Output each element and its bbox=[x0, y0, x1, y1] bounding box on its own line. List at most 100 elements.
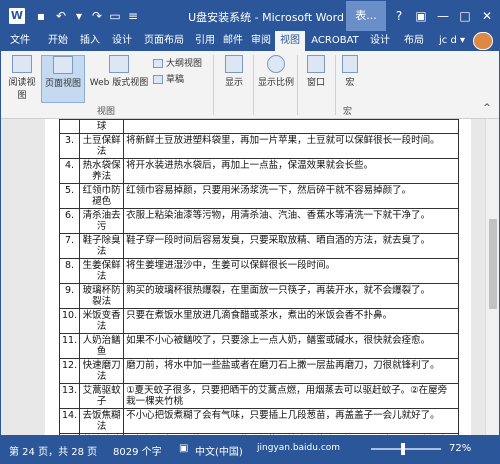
tip-text[interactable]: 红领巾容易掉颜，只要用米汤浆洗一下，然后碎干就不容易掉颜了。 bbox=[123, 183, 459, 209]
table-row[interactable]: 7. 鞋子除臭法 鞋子穿一段时间后容易发臭，只要采取放精、晒自酒的方法，就去臭了。 bbox=[58, 233, 459, 259]
tip-name[interactable]: 去饭焦糊法 bbox=[79, 408, 125, 434]
row-number[interactable]: 9. bbox=[58, 283, 81, 309]
tip-name[interactable]: 热水袋保养法 bbox=[79, 158, 125, 184]
ribbon-display-button[interactable]: ▣ bbox=[411, 6, 431, 26]
tip-name[interactable]: 人奶治鳝鱼 bbox=[79, 333, 125, 359]
draft-button[interactable]: 草稿 bbox=[153, 73, 184, 87]
help-button[interactable]: ? bbox=[389, 6, 409, 26]
row-number[interactable]: 10. bbox=[58, 308, 81, 334]
avatar[interactable] bbox=[473, 32, 493, 50]
save-icon[interactable]: ▪ bbox=[33, 8, 49, 24]
show-button[interactable]: 显示 bbox=[219, 55, 249, 103]
tab-review[interactable]: 审阅 bbox=[247, 31, 275, 51]
read-mode-button[interactable]: 阅读视图 bbox=[5, 55, 39, 103]
tab-table-design[interactable]: 设计 bbox=[365, 31, 395, 51]
tip-name[interactable]: 球 bbox=[79, 119, 125, 134]
table-row[interactable]: 球 bbox=[58, 119, 459, 134]
tips-table[interactable]: 球 3. 土豆保鲜法 将新鲜土豆放进塑料袋里，再加一片苹果，土豆就可以保鲜很长一段时间… bbox=[58, 119, 459, 435]
tip-text[interactable]: 衣服上粘染油漆等污物，用清杀油、汽油、香蕉水等清洗一下就干净了。 bbox=[123, 208, 459, 234]
tip-text[interactable]: 将开水装进热水袋后，再加上一点盐，保温效果就会长些。 bbox=[123, 158, 459, 184]
zoom-level[interactable]: 72% bbox=[449, 443, 471, 454]
tip-text[interactable]: 将新鲜土豆放进塑料袋里，再加一片苹果，土豆就可以保鲜很长一段时间。 bbox=[123, 133, 459, 159]
tip-text[interactable]: 购买的玻璃杯很热爆裂，在里面放一只筷子，再装开水，就不会爆裂了。 bbox=[123, 283, 459, 309]
close-button[interactable]: ✕ bbox=[477, 6, 497, 26]
table-row[interactable]: 14. 去饭焦糊法 不小心把饭煮糊了会有气味，只要插上几段葱苗，再盖盖子一会儿就好了… bbox=[58, 408, 459, 434]
undo-icon[interactable]: ↶ bbox=[53, 8, 69, 24]
row-number[interactable]: 14. bbox=[58, 408, 81, 434]
tip-text[interactable]: 不小心把饭煮糊了会有气味，只要插上几段葱苗，再盖盖子一会儿就好了。 bbox=[123, 408, 459, 434]
row-number[interactable] bbox=[58, 119, 81, 134]
row-number[interactable]: 13. bbox=[58, 383, 81, 409]
zoom-slider-thumb[interactable] bbox=[401, 443, 405, 455]
language[interactable]: 中文(中国) bbox=[195, 443, 243, 458]
tip-name[interactable]: 快速磨刀法 bbox=[79, 358, 125, 384]
tip-text[interactable]: 磨刀前，将水中加一些盐或者在磨刀石上撒一层盐再磨刀，刀很就锋利了。 bbox=[123, 358, 459, 384]
tip-name[interactable]: 清杀油去污 bbox=[79, 208, 125, 234]
dropdown-icon[interactable]: ▾ bbox=[71, 8, 87, 24]
row-number[interactable]: 5. bbox=[58, 183, 81, 209]
table-row[interactable]: 3. 土豆保鲜法 将新鲜土豆放进塑料袋里，再加一片苹果，土豆就可以保鲜很长一段时间。 bbox=[58, 133, 459, 159]
tip-name[interactable]: 红领巾防褪色 bbox=[79, 183, 125, 209]
tip-name[interactable]: 鞋子除臭法 bbox=[79, 233, 125, 259]
row-number[interactable]: 4. bbox=[58, 158, 81, 184]
tip-name[interactable]: 玻璃杯防裂法 bbox=[79, 283, 125, 309]
table-row[interactable]: 8. 生姜保鲜法 将生姜埋进湿沙中，生姜可以保鲜很长一段时间。 bbox=[58, 258, 459, 284]
tab-table-layout[interactable]: 布局 bbox=[399, 31, 429, 51]
outline-button[interactable]: 大纲视图 bbox=[153, 57, 202, 71]
tab-home[interactable]: 开始 bbox=[43, 31, 73, 51]
zoom-button[interactable]: 显示比例 bbox=[257, 55, 295, 103]
table-row[interactable]: 4. 热水袋保养法 将开水装进热水袋后，再加上一点盐，保温效果就会长些。 bbox=[58, 158, 459, 184]
macros-button[interactable]: 宏 bbox=[339, 55, 361, 103]
table-row[interactable]: 11. 人奶治鳝鱼 如果不小心被鳝咬了，只要涂上一点人奶，鳝蜜或碱水，很快就会痊愈。 bbox=[58, 333, 459, 359]
user-name[interactable]: jc d ▾ bbox=[439, 31, 465, 51]
collapse-ribbon-icon[interactable]: ^ bbox=[481, 103, 493, 115]
document-page[interactable]: 球 3. 土豆保鲜法 将新鲜土豆放进塑料袋里，再加一片苹果，土豆就可以保鲜很长一段时间… bbox=[45, 119, 471, 435]
tip-text[interactable]: 只要在煮饭水里放进几滴食醋或茶水，煮出的米饭会香不扑鼻。 bbox=[123, 308, 459, 334]
word-count[interactable]: 8029 个字 bbox=[113, 443, 162, 458]
page-count[interactable]: 第 24 页，共 28 页 bbox=[9, 443, 97, 458]
row-number[interactable]: 6. bbox=[58, 208, 81, 234]
minimize-button[interactable]: — bbox=[433, 6, 453, 26]
tab-file[interactable]: 文件 bbox=[1, 31, 39, 51]
macros-group-label: 宏 bbox=[343, 107, 353, 117]
row-number[interactable]: 12. bbox=[58, 358, 81, 384]
row-number[interactable]: 3. bbox=[58, 133, 81, 159]
tip-text[interactable]: 鞋子穿一段时间后容易发臭，只要采取放精、晒自酒的方法，就去臭了。 bbox=[123, 233, 459, 259]
tip-text[interactable]: 如果不小心被鳝咬了，只要涂上一点人奶，鳝蜜或碱水，很快就会痊愈。 bbox=[123, 333, 459, 359]
web-layout-button[interactable]: Web 版式视图 bbox=[87, 55, 151, 103]
tip-name[interactable]: 土豆保鲜法 bbox=[79, 133, 125, 159]
tab-design[interactable]: 设计 bbox=[107, 31, 137, 51]
window-button[interactable]: 窗口 bbox=[301, 55, 331, 103]
table-row[interactable]: 10. 米饭变香法 只要在煮饭水里放进几滴食醋或茶水，煮出的米饭会香不扑鼻。 bbox=[58, 308, 459, 334]
proofing-icon[interactable]: ▣ bbox=[179, 443, 188, 454]
tab-page-layout[interactable]: 页面布局 bbox=[139, 31, 189, 51]
tip-text[interactable]: 将生姜埋进湿沙中，生姜可以保鲜很长一段时间。 bbox=[123, 258, 459, 284]
word-icon[interactable]: W bbox=[9, 8, 25, 24]
table-row[interactable]: 13. 艾蒿驱蚊子 ①夏天蚊子很多，只要把晒干的艾蒿点燃，用烟蒸去可以驱赶蚊子。②在… bbox=[58, 383, 459, 409]
tab-view[interactable]: 视图 bbox=[275, 31, 305, 51]
tab-mailings[interactable]: 邮件 bbox=[219, 31, 247, 51]
tip-name[interactable]: 米饭变香法 bbox=[79, 308, 125, 334]
zoom-slider[interactable] bbox=[371, 448, 441, 450]
table-row[interactable]: 5. 红领巾防褪色 红领巾容易掉颜，只要用米汤浆洗一下，然后碎干就不容易掉颜了。 bbox=[58, 183, 459, 209]
scrollbar-thumb[interactable] bbox=[489, 219, 497, 309]
row-number[interactable]: 11. bbox=[58, 333, 81, 359]
tab-references[interactable]: 引用 bbox=[191, 31, 219, 51]
row-number[interactable]: 7. bbox=[58, 233, 81, 259]
print-layout-button[interactable]: 页面视图 bbox=[41, 55, 85, 103]
maximize-button[interactable]: □ bbox=[455, 6, 475, 26]
tip-name[interactable]: 艾蒿驱蚊子 bbox=[79, 383, 125, 409]
tab-insert[interactable]: 插入 bbox=[75, 31, 105, 51]
print-icon[interactable]: ▭ bbox=[107, 8, 123, 24]
table-row[interactable]: 9. 玻璃杯防裂法 购买的玻璃杯很热爆裂，在里面放一只筷子，再装开水，就不会爆裂了。 bbox=[58, 283, 459, 309]
row-number[interactable]: 8. bbox=[58, 258, 81, 284]
tip-text[interactable] bbox=[123, 119, 459, 134]
table-row[interactable]: 12. 快速磨刀法 磨刀前，将水中加一些盐或者在磨刀石上撒一层盐再磨刀，刀很就锋利了… bbox=[58, 358, 459, 384]
tip-name[interactable]: 生姜保鲜法 bbox=[79, 258, 125, 284]
customize-icon[interactable]: ≡ bbox=[125, 8, 141, 24]
tab-acrobat[interactable]: ACROBAT bbox=[307, 31, 363, 51]
vertical-scrollbar[interactable] bbox=[485, 119, 499, 435]
redo-icon[interactable]: ↷ bbox=[89, 8, 105, 24]
table-row[interactable]: 6. 清杀油去污 衣服上粘染油漆等污物，用清杀油、汽油、香蕉水等清洗一下就干净了。 bbox=[58, 208, 459, 234]
tip-text[interactable]: ①夏天蚊子很多，只要把晒干的艾蒿点燃，用烟蒸去可以驱赶蚊子。②在屋旁栽一棵夹竹桃 bbox=[123, 383, 459, 409]
